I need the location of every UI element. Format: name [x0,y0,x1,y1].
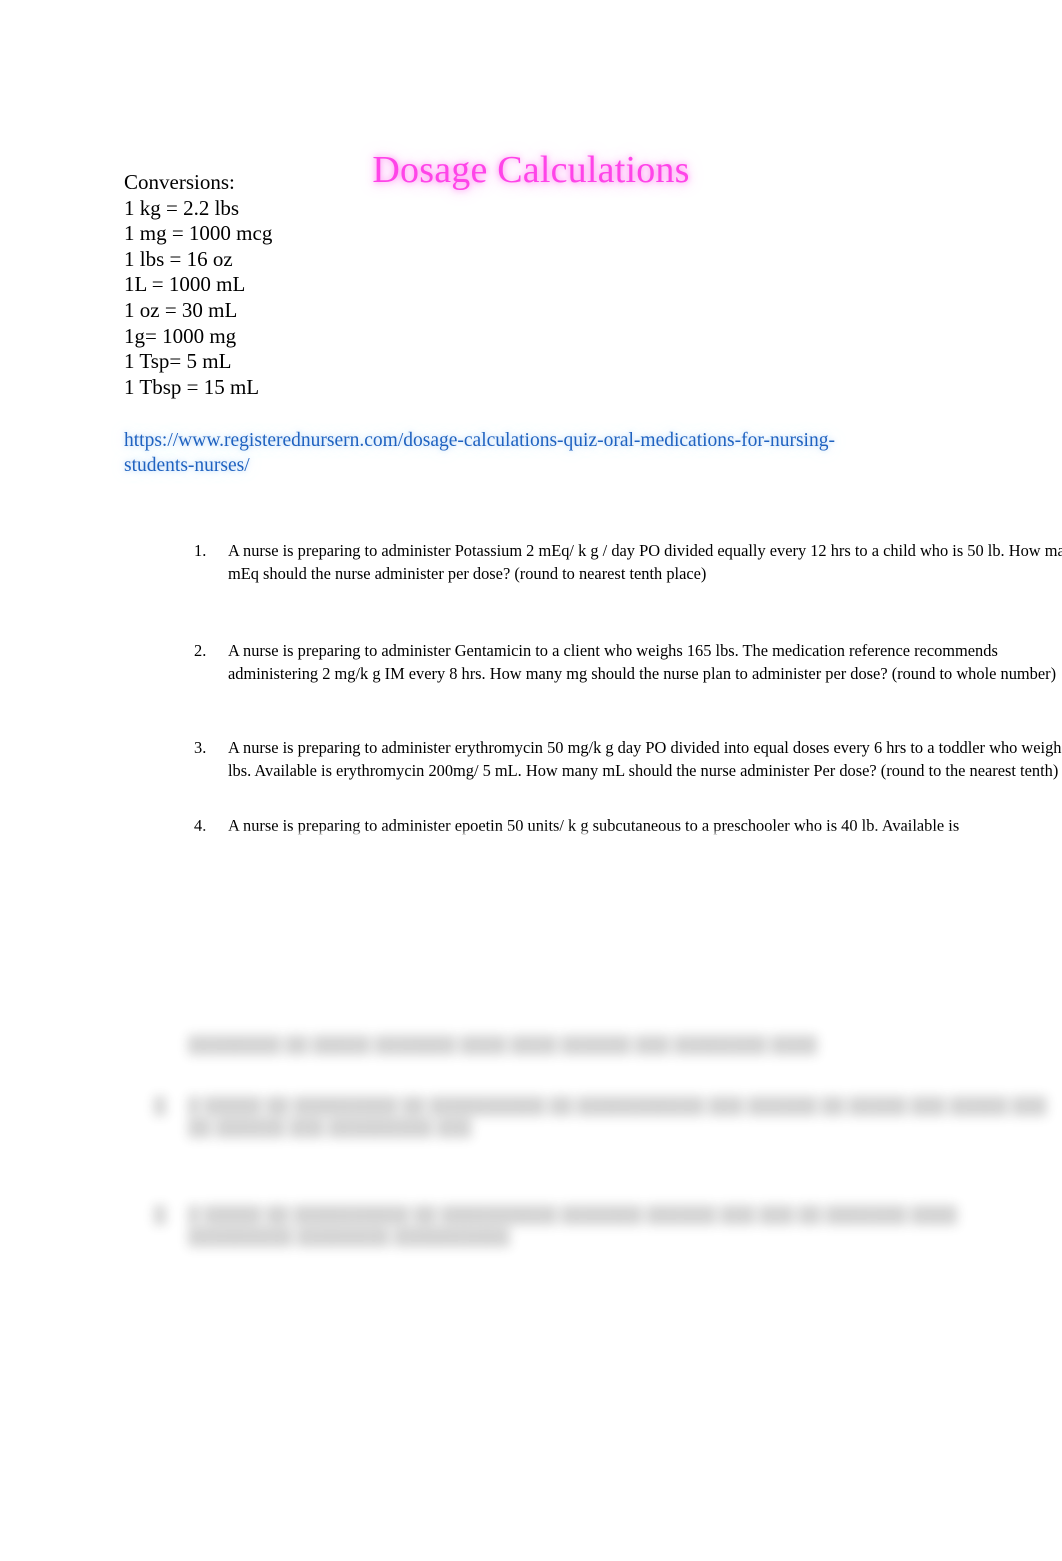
question-text: A nurse is preparing to administer eryth… [228,738,1062,780]
question-item: 1. A nurse is preparing to administer Po… [192,540,1062,585]
conversion-line: 1L = 1000 mL [124,272,246,297]
question-number: 2. [194,641,207,661]
obscured-text: █ █████ ██ █████████ ██ ██████████ ██ ██… [188,1095,1047,1138]
question-text: A nurse is preparing to administer epoet… [228,815,960,835]
obscured-number: █. [154,1095,170,1115]
question-text: A nurse is preparing to administer Genta… [228,641,1057,683]
conversions-heading: Conversions: [124,170,235,194]
conversion-line: 1 Tbsp = 15 mL [124,374,260,399]
question-number: 3. [194,738,207,758]
source-url-link[interactable]: https://www.registerednursern.com/dosage… [124,428,894,478]
conversion-line: 1 Tsp= 5 mL [124,349,232,374]
conversion-line: 1g= 1000 mg [124,323,237,348]
conversion-line: 1 kg = 2.2 lbs [124,195,240,220]
obscured-text-block: █. █ █████ ██ █████████ ██ ██████████ ██… [152,1095,1050,1140]
conversion-line: 1 mg = 1000 mcg [124,221,273,246]
obscured-text: ████████ ██ █████ ███████ ████ ████ ████… [188,1035,818,1054]
question-item: 3. A nurse is preparing to administer er… [192,737,1062,782]
question-number: 1. [194,541,207,560]
obscured-text-block: █. █ █████ ██ ██████████ ██ ██████████ █… [152,1204,1050,1249]
conversion-line: 1 lbs = 16 oz [124,246,233,271]
obscured-content-region: ████████ ██ █████ ███████ ████ ████ ████… [152,1034,1050,1249]
question-text: A nurse is preparing to administer Potas… [228,541,1062,583]
question-number: 4. [194,815,207,835]
obscured-text-block: ████████ ██ █████ ███████ ████ ████ ████… [152,1034,1050,1057]
question-list: 1. A nurse is preparing to administer Po… [152,540,1062,837]
obscured-number: █. [154,1204,170,1224]
conversion-line: 1 oz = 30 mL [124,297,238,322]
question-item: 2. A nurse is preparing to administer Ge… [192,640,1062,685]
document-page: Dosage Calculations Conversions: 1 kg = … [0,0,1062,1561]
question-item: 4. A nurse is preparing to administer ep… [192,815,1062,838]
conversions-block: Conversions: 1 kg = 2.2 lbs 1 mg = 1000 … [124,170,544,400]
obscured-text: █ █████ ██ ██████████ ██ ██████████ ████… [188,1204,958,1247]
